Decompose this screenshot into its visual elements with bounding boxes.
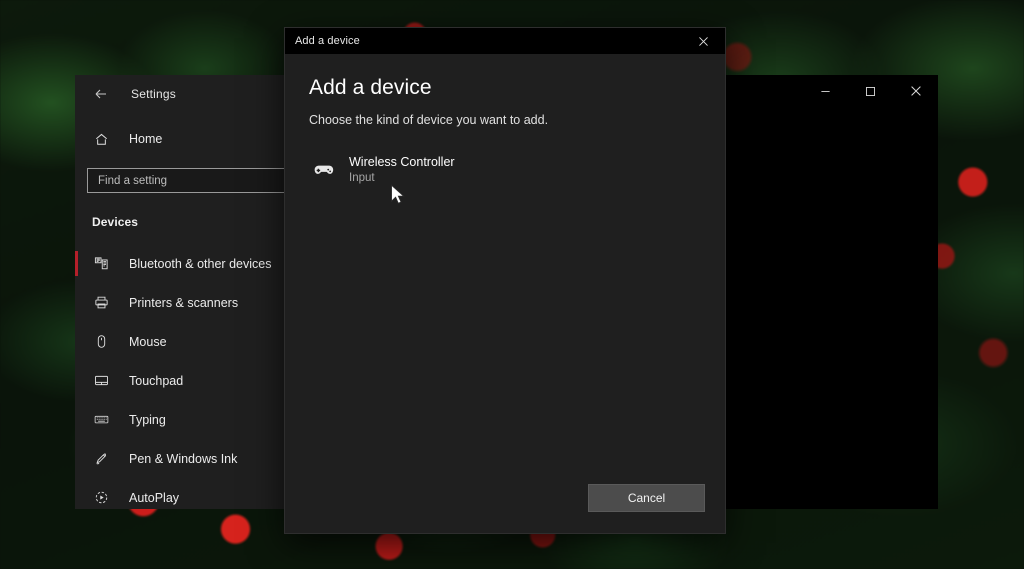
touchpad-icon: [87, 373, 115, 388]
sidebar-item-label: Pen & Windows Ink: [129, 452, 237, 466]
sidebar-item-home[interactable]: Home: [75, 120, 290, 158]
selection-indicator: [75, 251, 78, 276]
sidebar-item-label: Mouse: [129, 335, 167, 349]
settings-sidebar: Settings Home Find a setting Devices: [75, 75, 290, 509]
close-icon[interactable]: [893, 75, 938, 107]
sidebar-item-label: Printers & scanners: [129, 296, 238, 310]
device-text: Wireless Controller Input: [349, 155, 455, 184]
sidebar-item-label: Typing: [129, 413, 166, 427]
sidebar-item-mouse[interactable]: Mouse: [75, 322, 290, 361]
device-list-item[interactable]: Wireless Controller Input: [309, 151, 701, 188]
dialog-footer: Cancel: [285, 463, 725, 533]
settings-titlebar: Settings: [75, 75, 290, 112]
sidebar-item-label: AutoPlay: [129, 491, 179, 505]
sidebar-item-autoplay[interactable]: AutoPlay: [75, 478, 290, 517]
sidebar-item-bluetooth-other-devices[interactable]: Bluetooth & other devices: [75, 244, 290, 283]
sidebar-item-home-label: Home: [129, 132, 162, 146]
search-input[interactable]: Find a setting: [87, 168, 297, 193]
search-container: Find a setting: [75, 158, 290, 193]
sidebar-item-touchpad[interactable]: Touchpad: [75, 361, 290, 400]
back-arrow-icon[interactable]: [87, 80, 115, 108]
maximize-icon[interactable]: [848, 75, 893, 107]
device-name: Wireless Controller: [349, 155, 455, 169]
dialog-titlebar-title: Add a device: [285, 35, 360, 47]
sidebar-item-label: Touchpad: [129, 374, 183, 388]
minimize-icon[interactable]: [803, 75, 848, 107]
cancel-button[interactable]: Cancel: [588, 484, 705, 512]
window-controls: [803, 75, 938, 107]
sidebar-item-pen-windows-ink[interactable]: Pen & Windows Ink: [75, 439, 290, 478]
dialog-body: Add a device Choose the kind of device y…: [285, 54, 725, 463]
printer-icon: [87, 295, 115, 310]
sidebar-section-title: Devices: [75, 193, 290, 229]
bluetooth-devices-icon: [87, 256, 115, 271]
sidebar-nav-list: Bluetooth & other devices Printers & sca…: [75, 244, 290, 517]
dialog-titlebar: Add a device: [285, 28, 725, 54]
home-icon: [87, 132, 115, 147]
sidebar-item-printers-scanners[interactable]: Printers & scanners: [75, 283, 290, 322]
settings-title: Settings: [131, 87, 176, 101]
close-icon[interactable]: [681, 28, 725, 54]
add-device-dialog: Add a device Add a device Choose the kin…: [285, 28, 725, 533]
search-placeholder: Find a setting: [98, 175, 167, 187]
dialog-heading: Add a device: [309, 76, 701, 100]
keyboard-icon: [87, 412, 115, 427]
autoplay-icon: [87, 490, 115, 505]
dialog-subtitle: Choose the kind of device you want to ad…: [309, 113, 701, 127]
sidebar-item-typing[interactable]: Typing: [75, 400, 290, 439]
gamepad-icon: [309, 159, 339, 181]
mouse-icon: [87, 334, 115, 349]
sidebar-item-label: Bluetooth & other devices: [129, 257, 271, 271]
pen-icon: [87, 451, 115, 466]
device-type: Input: [349, 172, 455, 184]
